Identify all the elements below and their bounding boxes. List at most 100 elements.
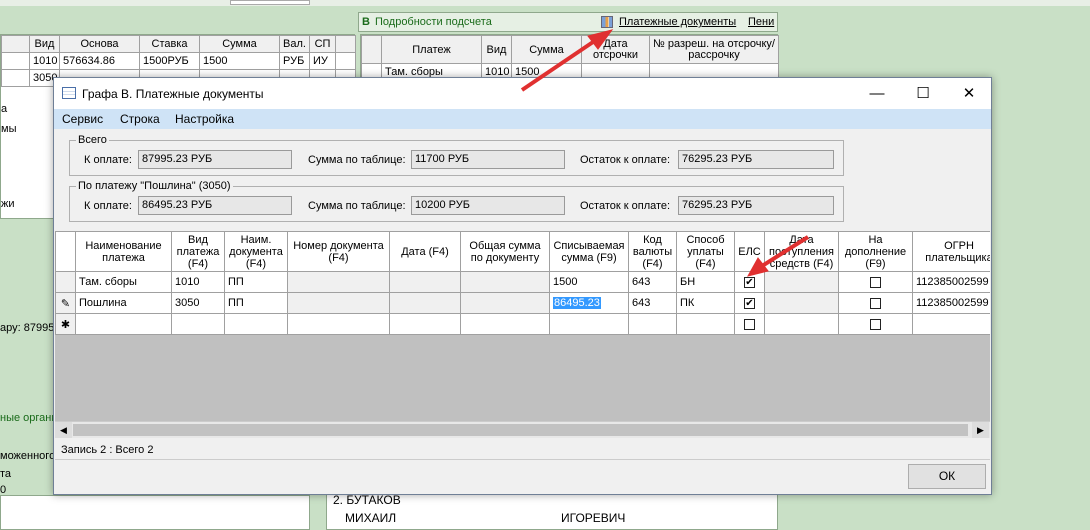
bg-left-fragment: ные органы [0, 412, 60, 424]
cell-total[interactable] [460, 271, 550, 293]
bg-col-header[interactable]: Основа [59, 35, 140, 53]
bg-left-fragment: ару: 87995. [0, 322, 58, 334]
minimize-icon[interactable]: — [854, 78, 900, 109]
cell-ogrn[interactable]: 112385002599 [912, 292, 990, 314]
total-group-legend: Всего [78, 134, 107, 146]
cell-method[interactable]: ПК [676, 292, 735, 314]
menu-settings[interactable]: Настройка [175, 112, 234, 126]
cell-name[interactable]: Там. сборы [75, 271, 172, 293]
penalties-link[interactable]: Пени [748, 16, 774, 28]
row-header[interactable] [55, 271, 76, 293]
els-checkbox[interactable]: ✔ [744, 297, 755, 309]
cell-amount[interactable] [549, 313, 629, 335]
cell-number[interactable] [287, 292, 390, 314]
section-b-col-header[interactable]: Вид [481, 35, 512, 64]
cell-doc[interactable] [224, 313, 288, 335]
bg-col-header[interactable]: Ставка [139, 35, 200, 53]
cell-name[interactable] [75, 313, 172, 335]
selected-amount-text[interactable]: 86495.23 [553, 297, 601, 309]
close-icon[interactable]: ✕ [946, 78, 992, 109]
cell-kind[interactable] [171, 313, 225, 335]
els-checkbox[interactable]: ✔ [744, 276, 755, 288]
cell-date[interactable] [389, 313, 461, 335]
cell-date[interactable] [389, 271, 461, 293]
cell-amount[interactable]: 1500 [549, 271, 629, 293]
bg-col-header[interactable]: Сумма [199, 35, 280, 53]
cell-received[interactable] [764, 313, 839, 335]
cell-currency[interactable]: 643 [628, 292, 677, 314]
col-header[interactable]: На дополнение (F9) [838, 231, 913, 272]
payment-table-sum-field: 10200 РУБ [411, 196, 565, 215]
cell-method[interactable] [676, 313, 735, 335]
cell-ogrn[interactable] [912, 313, 990, 335]
col-header[interactable]: Наим. документа (F4) [224, 231, 288, 272]
col-header[interactable]: Вид платежа (F4) [171, 231, 225, 272]
supplement-checkbox[interactable] [870, 318, 881, 330]
cell-total[interactable] [460, 313, 550, 335]
row-edit-marker[interactable]: ✎ [55, 292, 76, 314]
scroll-left-icon[interactable]: ◀ [55, 422, 72, 438]
cell-doc[interactable]: ПП [224, 292, 288, 314]
supplement-checkbox[interactable] [870, 297, 881, 309]
bg-col-header[interactable]: СП [309, 35, 336, 53]
scroll-right-icon[interactable]: ▶ [972, 422, 989, 438]
payment-documents-link[interactable]: Платежные документы [619, 16, 736, 28]
dialog-titlebar[interactable]: Графа B. Платежные документы — ☐ ✕ [54, 78, 991, 109]
col-header[interactable]: ЕЛС [734, 231, 765, 272]
section-b-col-header[interactable]: № разреш. на отсрочку/рассрочку [649, 35, 779, 64]
scroll-thumb[interactable] [73, 424, 968, 436]
cell-date[interactable] [389, 292, 461, 314]
cell-currency[interactable] [628, 313, 677, 335]
section-b-col-header[interactable]: Сумма [511, 35, 582, 64]
els-checkbox[interactable] [744, 318, 755, 330]
cell-total[interactable] [460, 292, 550, 314]
col-header[interactable]: Номер документа (F4) [287, 231, 390, 272]
col-header[interactable]: Дата поступления средств (F4) [764, 231, 839, 272]
col-header[interactable]: Код валюты (F4) [628, 231, 677, 272]
cell-kind[interactable]: 1010 [171, 271, 225, 293]
table-row[interactable]: 1010 576634.86 1500РУБ 1500 РУБ ИУ [1, 52, 356, 70]
table-row[interactable]: Там. сборы 1010 ПП 1500 643 БН ✔ 1123850… [55, 271, 990, 293]
bg-col-header[interactable]: Вид [29, 35, 60, 53]
grid-icon[interactable] [601, 16, 613, 28]
col-header[interactable]: ОГРН плательщика [912, 231, 990, 272]
maximize-icon[interactable]: ☐ [900, 78, 946, 109]
payment-to-pay-label: К оплате: [84, 200, 132, 212]
ok-button[interactable]: ОК [908, 464, 986, 489]
cell-number[interactable] [287, 313, 390, 335]
col-header[interactable]: Наименование платежа [75, 231, 172, 272]
col-header[interactable]: Дата (F4) [389, 231, 461, 272]
table-row-new[interactable]: ✱ [55, 313, 990, 335]
section-b-title: Подробности подсчета [375, 16, 492, 28]
table-row[interactable]: ✎ Пошлина 3050 ПП 86495.23 643 ПК ✔ 1123… [55, 292, 990, 314]
bg-col-header[interactable]: Вал. [279, 35, 310, 53]
supplement-checkbox[interactable] [870, 276, 881, 288]
col-header[interactable]: Способ уплаты (F4) [676, 231, 735, 272]
cell-name[interactable]: Пошлина [75, 292, 172, 314]
menu-row[interactable]: Строка [120, 112, 160, 126]
col-header[interactable]: Списываемая сумма (F9) [549, 231, 629, 272]
status-divider [55, 459, 990, 460]
cell-kind[interactable]: 3050 [171, 292, 225, 314]
menu-service[interactable]: Сервис [62, 112, 103, 126]
col-header[interactable]: Общая сумма по документу [460, 231, 550, 272]
bg-left-fragment: моженного [0, 450, 56, 462]
table-app-icon [62, 87, 76, 99]
cell-amount-selected[interactable]: 86495.23 [549, 292, 629, 314]
total-table-sum-field: 11700 РУБ [411, 150, 565, 169]
cell-doc[interactable]: ПП [224, 271, 288, 293]
new-row-marker[interactable]: ✱ [55, 313, 76, 335]
cell-method[interactable]: БН [676, 271, 735, 293]
cell-ogrn[interactable]: 112385002599 [912, 271, 990, 293]
payment-group-legend: По платежу "Пошлина" (3050) [78, 180, 231, 192]
payment-documents-grid[interactable]: Наименование платежа Вид платежа (F4) На… [55, 231, 990, 438]
section-b-col-header[interactable]: Дата отсрочки [581, 35, 650, 64]
cell-number[interactable] [287, 271, 390, 293]
background-top-controls [230, 0, 310, 5]
section-b-letter: B [362, 16, 370, 28]
cell-received[interactable] [764, 292, 839, 314]
section-b-col-header[interactable]: Платеж [381, 35, 482, 64]
cell-received[interactable] [764, 271, 839, 293]
horizontal-scrollbar[interactable]: ◀ ▶ [55, 421, 990, 438]
cell-currency[interactable]: 643 [628, 271, 677, 293]
